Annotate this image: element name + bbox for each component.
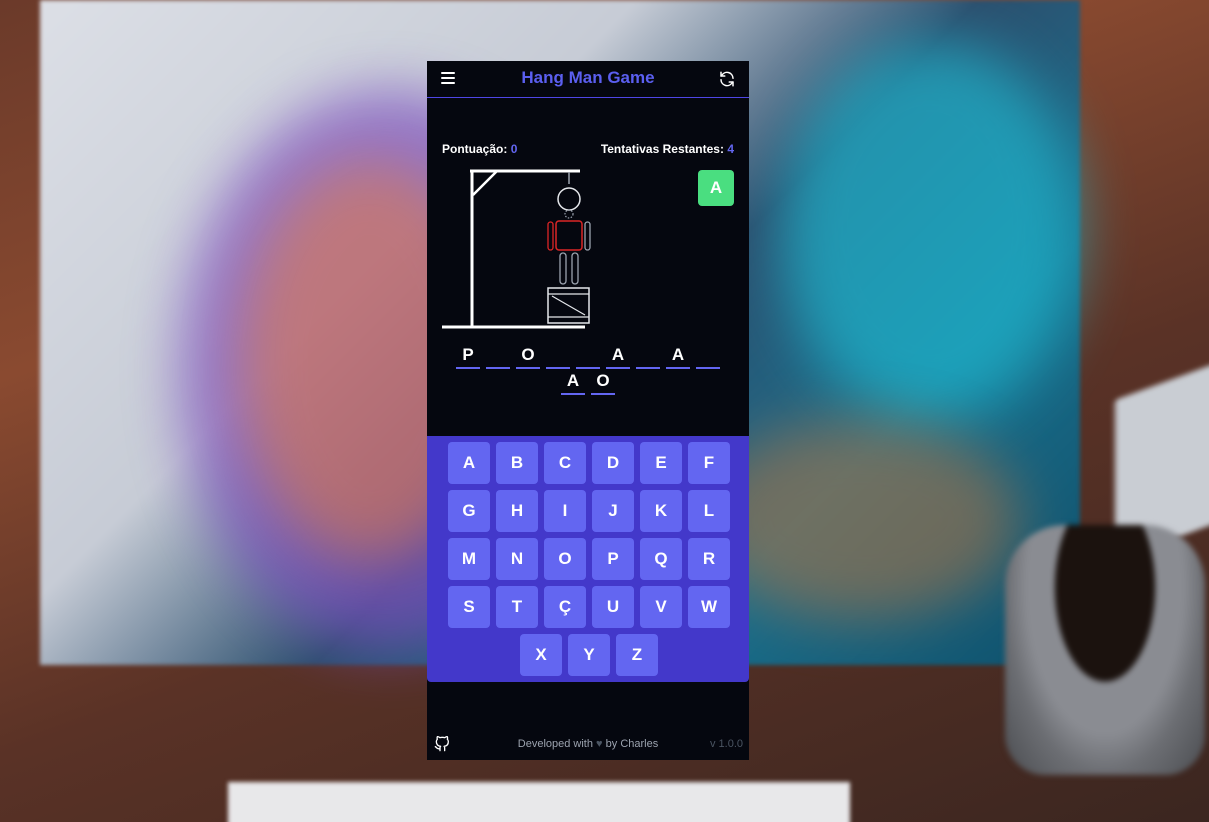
key-button[interactable]: A (448, 442, 490, 484)
letter-slot: O (591, 370, 615, 395)
key-button[interactable]: X (520, 634, 562, 676)
score-value: 0 (510, 142, 518, 156)
hangman-app: Hang Man Game Pontuação: 0 Tentativas Re… (427, 61, 749, 760)
key-button[interactable]: Z (616, 634, 658, 676)
credit-prefix: Developed with (517, 738, 593, 750)
key-button[interactable]: E (640, 442, 682, 484)
key-button[interactable]: R (688, 538, 730, 580)
key-button[interactable]: F (688, 442, 730, 484)
heart-icon: ♥ (596, 738, 603, 750)
key-button[interactable]: V (640, 586, 682, 628)
key-button[interactable]: D (592, 442, 634, 484)
word-row-2: A O (427, 370, 749, 395)
letter-slot: A (561, 370, 585, 395)
key-button[interactable]: Ç (544, 586, 586, 628)
refresh-icon[interactable] (718, 70, 736, 88)
key-button[interactable]: Y (568, 634, 610, 676)
figure-right-leg (571, 252, 579, 285)
letter-slot (486, 344, 510, 369)
key-button[interactable]: B (496, 442, 538, 484)
key-button[interactable]: I (544, 490, 586, 532)
key-button[interactable]: C (544, 442, 586, 484)
app-header: Hang Man Game (427, 61, 749, 98)
score-label: Pontuação: (442, 142, 508, 156)
letter-slot (546, 344, 570, 369)
letter-slot (696, 344, 720, 369)
figure-body (555, 220, 583, 251)
score-display: Pontuação: 0 (442, 142, 517, 156)
key-button[interactable]: T (496, 586, 538, 628)
key-button[interactable]: K (640, 490, 682, 532)
letter-slot: O (516, 344, 540, 369)
key-button[interactable]: O (544, 538, 586, 580)
figure-left-arm (547, 221, 554, 251)
figure-head (557, 187, 581, 211)
key-button[interactable]: N (496, 538, 538, 580)
word-row-1: P O A A (427, 344, 749, 369)
key-button[interactable]: H (496, 490, 538, 532)
key-button[interactable]: W (688, 586, 730, 628)
letter-slot: A (666, 344, 690, 369)
key-button[interactable]: P (592, 538, 634, 580)
hangman-drawing (442, 169, 591, 329)
key-button[interactable]: G (448, 490, 490, 532)
key-button[interactable]: S (448, 586, 490, 628)
developer-credit: Developed with ♥ by Charles (427, 738, 749, 750)
key-button[interactable]: U (592, 586, 634, 628)
letter-slot: P (456, 344, 480, 369)
tries-value: 4 (727, 142, 734, 156)
gallows-brace (472, 170, 498, 196)
letter-slot (576, 344, 600, 369)
figure-right-arm (584, 221, 591, 251)
version-label: v 1.0.0 (709, 738, 743, 750)
credit-suffix: by Charles (605, 738, 659, 750)
app-title: Hang Man Game (521, 68, 655, 87)
letter-slot: A (606, 344, 630, 369)
key-button[interactable]: J (592, 490, 634, 532)
key-button[interactable]: L (688, 490, 730, 532)
letter-slot (636, 344, 660, 369)
app-footer: Developed with ♥ by Charles v 1.0.0 (427, 733, 749, 757)
tries-label: Tentativas Restantes: (600, 142, 724, 156)
guessed-letter-badge: A (698, 170, 734, 206)
letter-keyboard: ABCDEF GHIJKL MNOPQR STÇUVW XYZ (427, 436, 749, 682)
key-button[interactable]: M (448, 538, 490, 580)
figure-left-leg (559, 252, 567, 285)
tries-remaining-display: Tentativas Restantes: 4 (601, 142, 734, 156)
key-button[interactable]: Q (640, 538, 682, 580)
